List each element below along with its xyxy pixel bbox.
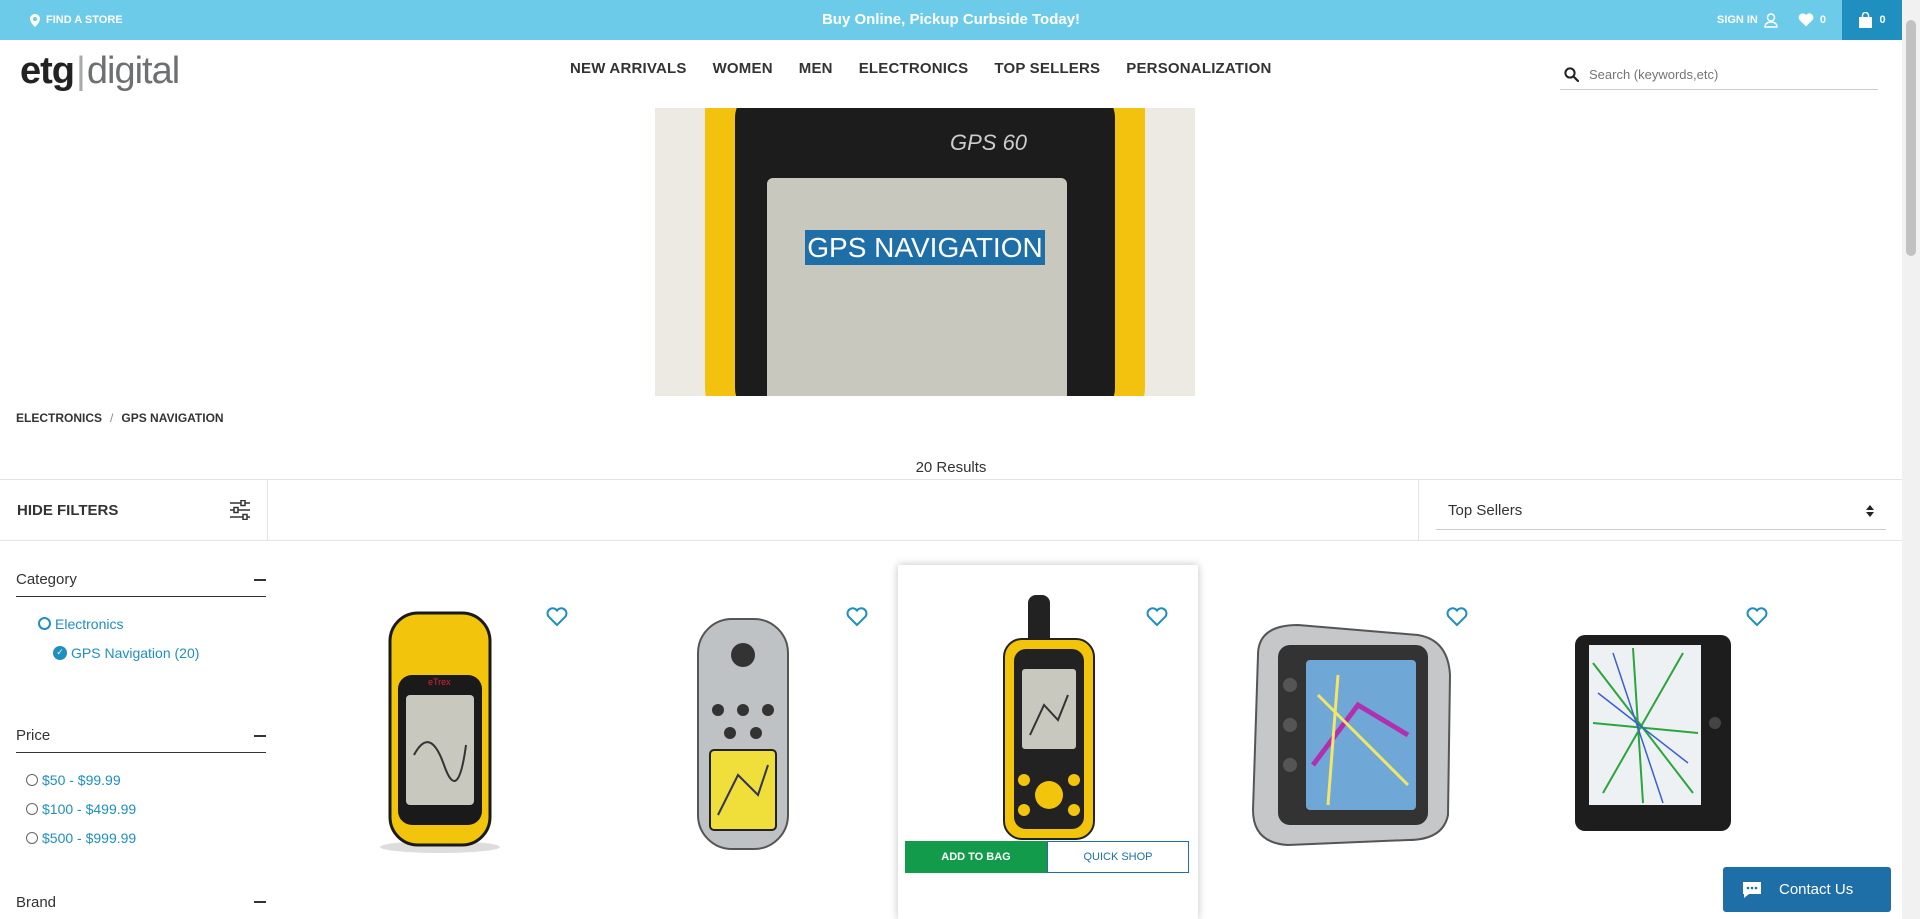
nav-women[interactable]: WOMEN (713, 60, 773, 77)
breadcrumb-gps-navigation[interactable]: GPS NAVIGATION (121, 411, 223, 425)
bag-icon (1859, 12, 1873, 28)
add-to-bag-button[interactable]: ADD TO BAG (905, 841, 1047, 873)
user-icon (1764, 12, 1778, 28)
nav-top-sellers[interactable]: TOP SELLERS (994, 60, 1100, 77)
logo-digital-text: digital (86, 50, 180, 92)
gps-device-screen (767, 178, 1067, 396)
category-facet: Category Electronics ✓ GPS Navigation (2… (16, 567, 266, 667)
product-image[interactable] (988, 595, 1108, 845)
product-image[interactable] (1238, 615, 1458, 855)
chat-bubble-icon (1743, 881, 1761, 898)
price-option-label: $100 - $499.99 (42, 800, 137, 817)
product-card[interactable] (598, 565, 898, 919)
category-option-electronics[interactable]: Electronics (16, 609, 266, 638)
brand-facet-header[interactable]: Brand (16, 889, 266, 919)
page-scrollbar[interactable] (1902, 0, 1920, 919)
radio-button[interactable] (26, 831, 38, 844)
wishlist-count: 0 (1819, 14, 1826, 26)
wishlist-link[interactable]: 0 (1798, 13, 1826, 27)
product-image[interactable] (688, 615, 798, 855)
hide-filters-toggle[interactable]: HIDE FILTERS (0, 480, 268, 540)
radio-empty-icon (38, 617, 51, 630)
price-option-label: $500 - $999.99 (42, 829, 137, 846)
category-option-gps-navigation[interactable]: ✓ GPS Navigation (20) (16, 638, 266, 667)
nav-personalization[interactable]: PERSONALIZATION (1126, 60, 1271, 77)
wishlist-heart-icon[interactable] (1746, 607, 1768, 627)
product-card-hovered[interactable]: ADD TO BAG QUICK SHOP (898, 565, 1198, 919)
radio-button[interactable] (26, 802, 38, 815)
search-bar (1560, 60, 1878, 90)
price-option-label: $50 - $99.99 (42, 771, 121, 788)
toolbar-divider (1418, 480, 1419, 540)
heart-icon (1798, 13, 1814, 27)
product-actions: ADD TO BAG QUICK SHOP (905, 841, 1189, 873)
breadcrumb-separator: / (110, 411, 114, 425)
wishlist-heart-icon[interactable] (846, 607, 868, 627)
promo-text: Buy Online, Pickup Curbside Today! (821, 11, 1081, 28)
scrollbar-thumb[interactable] (1906, 20, 1916, 256)
category-option-label: Electronics (55, 615, 124, 632)
product-card[interactable] (1498, 565, 1798, 919)
price-option-100-499[interactable]: $100 - $499.99 (16, 794, 266, 823)
sort-arrows-icon (1866, 504, 1874, 517)
product-image[interactable] (1573, 633, 1733, 833)
shopping-bag-button[interactable]: 0 (1842, 0, 1902, 40)
category-hero-banner: GPS 60 GPS NAVIGATION (655, 108, 1195, 396)
search-icon[interactable] (1564, 67, 1579, 82)
product-card[interactable]: eTrex (298, 565, 598, 919)
brand-facet: Brand (16, 889, 266, 919)
collapse-icon (254, 734, 266, 737)
search-input[interactable] (1589, 67, 1869, 82)
sort-select[interactable]: Top Sellers (1436, 492, 1886, 530)
price-option-500-999[interactable]: $500 - $999.99 (16, 823, 266, 852)
collapse-icon (254, 578, 266, 581)
nav-new-arrivals[interactable]: NEW ARRIVALS (570, 60, 687, 77)
sign-in-label: SIGN IN (1716, 14, 1758, 26)
nav-men[interactable]: MEN (799, 60, 833, 77)
sign-in-link[interactable]: SIGN IN (1716, 12, 1778, 28)
site-logo[interactable]: etg | digital (20, 50, 180, 96)
category-option-label: GPS Navigation (20) (71, 644, 200, 661)
category-facet-title: Category (16, 571, 77, 588)
price-option-50-99[interactable]: $50 - $99.99 (16, 765, 266, 794)
contact-us-label: Contact Us (1779, 881, 1854, 898)
price-facet-header[interactable]: Price (16, 723, 266, 753)
breadcrumb: ELECTRONICS / GPS NAVIGATION (16, 411, 224, 425)
filter-toolbar: HIDE FILTERS Top Sellers (0, 479, 1902, 541)
checkmark-icon: ✓ (53, 645, 67, 660)
main-navigation: NEW ARRIVALS WOMEN MEN ELECTRONICS TOP S… (570, 60, 1271, 77)
quick-shop-button[interactable]: QUICK SHOP (1047, 841, 1189, 873)
logo-etg-text: etg (20, 50, 75, 92)
gps-model-label: GPS 60 (950, 130, 1028, 155)
contact-us-button[interactable]: Contact Us (1723, 867, 1891, 912)
category-title: GPS NAVIGATION (805, 230, 1045, 265)
hide-filters-label: HIDE FILTERS (17, 501, 119, 519)
wishlist-heart-icon[interactable] (546, 607, 568, 627)
breadcrumb-electronics[interactable]: ELECTRONICS (16, 411, 102, 425)
logo-separator: | (76, 50, 86, 92)
results-count: 20 Results (915, 459, 987, 476)
nav-electronics[interactable]: ELECTRONICS (859, 60, 969, 77)
wishlist-heart-icon[interactable] (1446, 607, 1468, 627)
radio-button[interactable] (26, 773, 38, 786)
sort-selected-value: Top Sellers (1448, 502, 1523, 519)
price-facet-title: Price (16, 727, 51, 744)
category-facet-header[interactable]: Category (16, 567, 266, 597)
bag-count: 0 (1879, 14, 1886, 26)
svg-text:eTrex: eTrex (428, 677, 451, 687)
filter-sliders-icon (230, 500, 250, 520)
brand-facet-title: Brand (16, 893, 57, 911)
promo-bar: FIND A STORE Buy Online, Pickup Curbside… (0, 0, 1902, 40)
product-image[interactable]: eTrex (370, 605, 500, 855)
product-card[interactable] (1198, 565, 1498, 919)
wishlist-heart-icon[interactable] (1146, 607, 1168, 627)
collapse-icon (254, 901, 266, 903)
price-facet: Price $50 - $99.99 $100 - $499.99 $500 -… (16, 723, 266, 852)
